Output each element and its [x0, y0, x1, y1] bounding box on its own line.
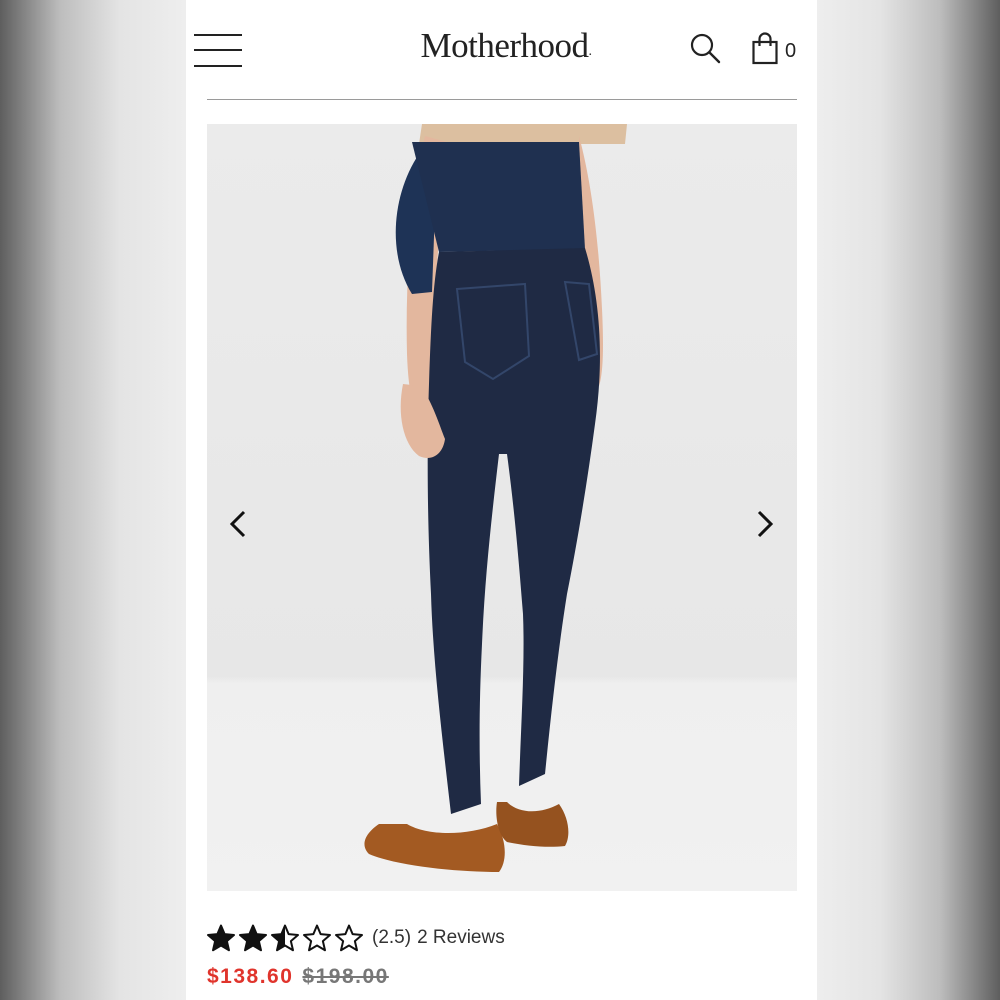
original-price: $198.00 [302, 965, 389, 988]
hamburger-icon-bar [194, 34, 242, 36]
shopping-bag-icon [752, 32, 778, 65]
reviews-link[interactable]: 2 Reviews [417, 927, 505, 949]
hamburger-icon-bar [194, 49, 242, 51]
sale-price: $138.60 [207, 965, 294, 988]
cart-button[interactable]: 0 [751, 32, 811, 66]
star-filled-icon [207, 924, 235, 952]
carousel-prev-button[interactable] [220, 504, 260, 544]
site-header: Motherhood. 0 [186, 0, 817, 100]
menu-button[interactable] [194, 31, 244, 71]
header-divider [207, 99, 797, 100]
brand-name: Motherhood [420, 26, 589, 65]
hamburger-icon-bar [194, 65, 242, 67]
search-button[interactable] [689, 32, 723, 66]
star-half-icon [271, 924, 299, 952]
rating-score: (2.5) [372, 927, 412, 948]
product-rating: (2.5) 2 Reviews [206, 921, 505, 955]
chevron-left-icon [229, 510, 246, 538]
brand-registered-mark: . [588, 44, 593, 59]
star-empty-icon [303, 924, 331, 952]
product-image-carousel[interactable] [207, 124, 797, 891]
search-icon [690, 33, 721, 64]
brand-logo[interactable]: Motherhood. [396, 26, 616, 66]
star-empty-icon [335, 924, 363, 952]
rating-stars [206, 923, 364, 953]
phone-screen: Motherhood. 0 (2.5) 2 Reviews $138.60 $1… [186, 0, 817, 1000]
chevron-right-icon [757, 510, 774, 538]
maternity-jeans-photo [364, 124, 627, 872]
carousel-next-button[interactable] [745, 504, 785, 544]
price-row: $138.60 $198.00 [207, 965, 389, 989]
star-filled-icon [239, 924, 267, 952]
cart-count: 0 [785, 40, 797, 62]
